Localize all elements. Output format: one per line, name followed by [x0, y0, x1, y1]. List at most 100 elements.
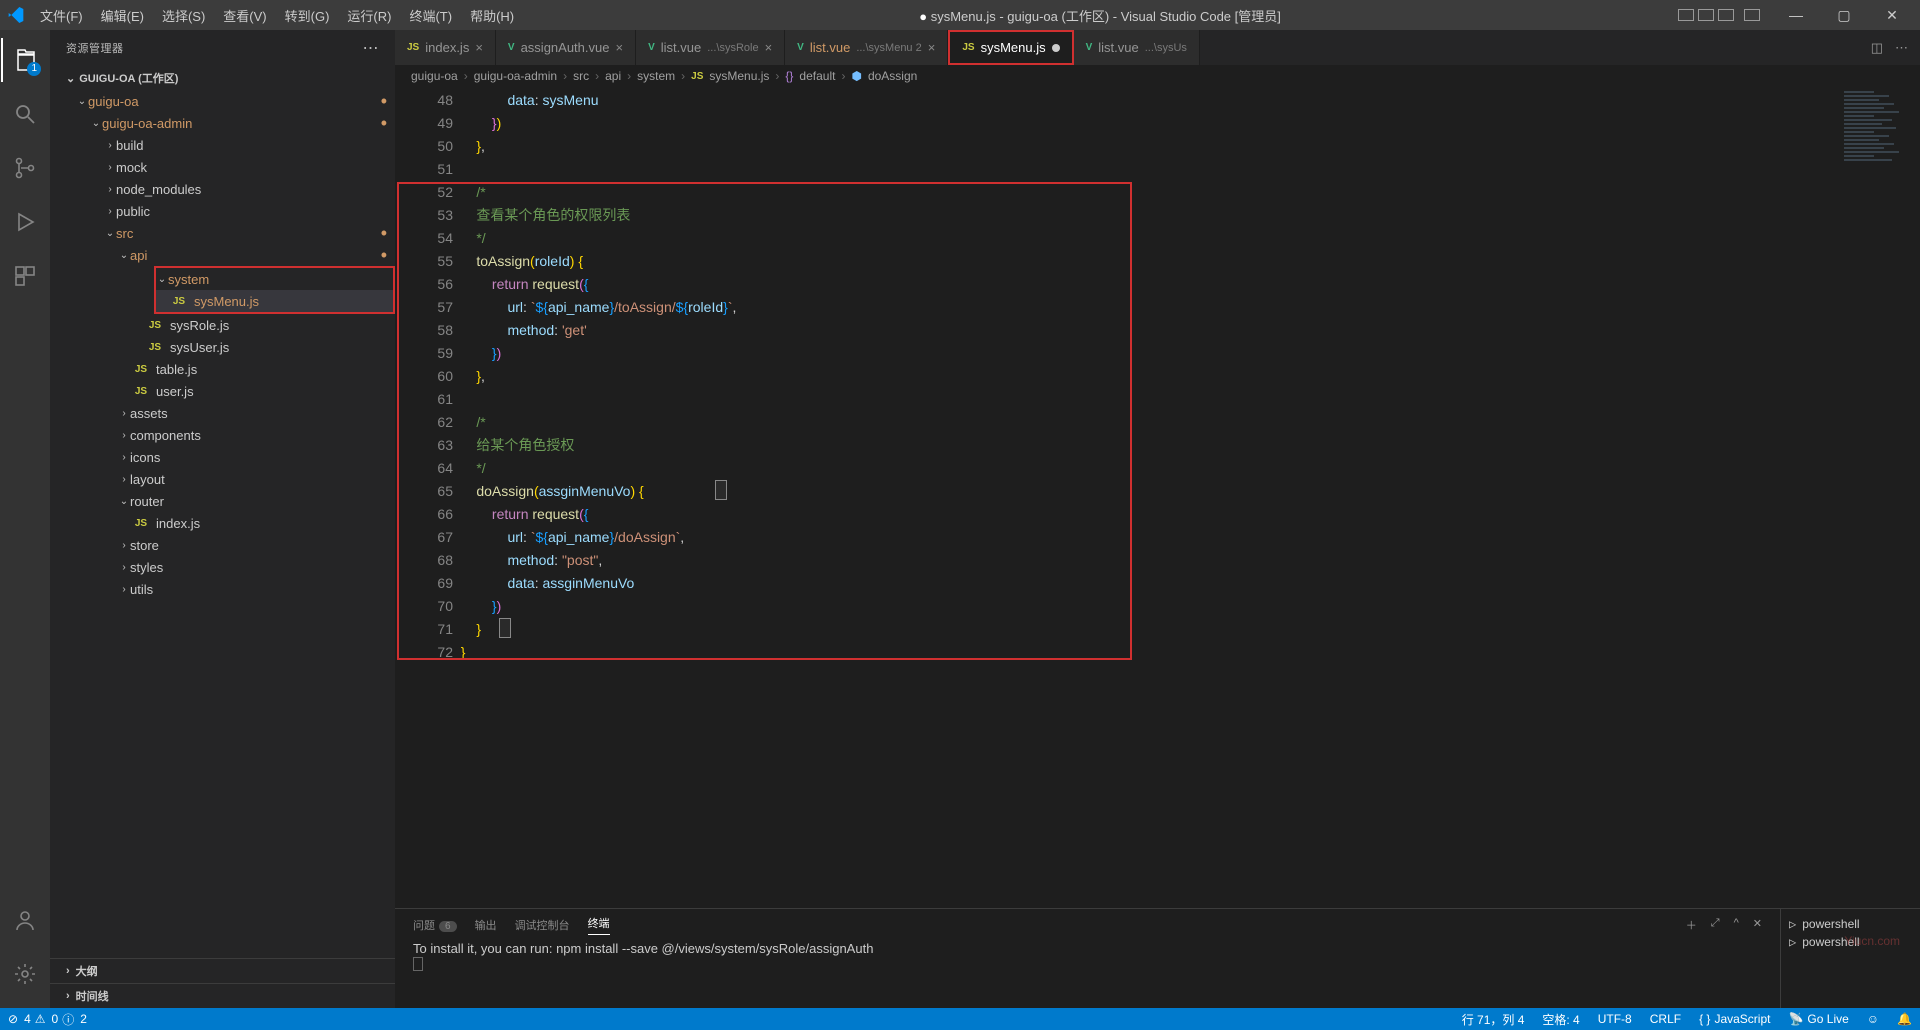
sidebar-more-icon[interactable]: ⋯: [363, 38, 380, 58]
folder-build[interactable]: ›build: [50, 134, 395, 156]
timeline-section[interactable]: ›时间线: [50, 983, 395, 1008]
activity-account[interactable]: [1, 898, 49, 942]
layout-right-icon[interactable]: [1718, 9, 1734, 21]
tab-close-icon[interactable]: ×: [615, 40, 623, 55]
tab-more-icon[interactable]: ⋯: [1895, 40, 1908, 56]
editor-tab[interactable]: Vlist.vue ...\sysMenu 2×: [785, 30, 948, 65]
menu-item[interactable]: 选择(S): [154, 4, 213, 27]
menu-item[interactable]: 终端(T): [401, 4, 460, 27]
window-close-button[interactable]: ✕: [1872, 7, 1912, 24]
panel-tab-problems[interactable]: 问题6: [413, 917, 457, 933]
code-content[interactable]: data: sysMenu }) }, /* 查看某个角色的权限列表 */ to…: [453, 87, 1920, 908]
terminal-item[interactable]: ▷powershell: [1789, 933, 1912, 951]
editor-tab[interactable]: JSindex.js×: [395, 30, 496, 65]
breadcrumb-item[interactable]: system: [637, 69, 675, 83]
window-minimize-button[interactable]: —: [1776, 7, 1816, 23]
status-position[interactable]: 行 71，列 4: [1462, 1011, 1525, 1028]
folder-router[interactable]: ⌄router: [50, 490, 395, 512]
folder-api[interactable]: ⌄api•: [50, 244, 395, 266]
layout-toggles[interactable]: [1678, 9, 1760, 21]
file-sysuser[interactable]: JSsysUser.js: [50, 336, 395, 358]
activity-search[interactable]: [1, 92, 49, 136]
folder-src[interactable]: ⌄src•: [50, 222, 395, 244]
menu-item[interactable]: 查看(V): [215, 4, 274, 27]
activity-extensions[interactable]: [1, 254, 49, 298]
status-feedback-icon[interactable]: ☺: [1867, 1012, 1879, 1026]
folder-layout[interactable]: ›layout: [50, 468, 395, 490]
folder-utils[interactable]: ›utils: [50, 578, 395, 600]
file-sysmenu[interactable]: JSsysMenu.js: [156, 290, 393, 312]
breadcrumbs[interactable]: guigu-oa›guigu-oa-admin›src›api›system›J…: [395, 65, 1920, 87]
breadcrumb-item[interactable]: default: [799, 69, 835, 83]
window-title: ● sysMenu.js - guigu-oa (工作区) - Visual S…: [522, 6, 1678, 25]
folder-store[interactable]: ›store: [50, 534, 395, 556]
status-golive[interactable]: 📡 Go Live: [1788, 1012, 1848, 1026]
panel-tab-terminal[interactable]: 终端: [588, 915, 610, 935]
folder-icons[interactable]: ›icons: [50, 446, 395, 468]
code-editor[interactable]: 4849505152535455565758596061626364656667…: [395, 87, 1920, 908]
folder-assets[interactable]: ›assets: [50, 402, 395, 424]
outline-section[interactable]: ›大纲: [50, 958, 395, 983]
breadcrumb-item[interactable]: src: [573, 69, 589, 83]
split-editor-icon[interactable]: ◫: [1871, 40, 1883, 56]
breadcrumb-item[interactable]: guigu-oa-admin: [474, 69, 557, 83]
folder-components[interactable]: ›components: [50, 424, 395, 446]
breadcrumb-item[interactable]: sysMenu.js: [709, 69, 769, 83]
file-user[interactable]: JSuser.js: [50, 380, 395, 402]
tab-close-icon[interactable]: ×: [765, 40, 773, 55]
editor-tab[interactable]: Vlist.vue ...\sysUs: [1074, 30, 1200, 65]
dirty-indicator-icon: [1052, 44, 1060, 52]
panel-tab-output[interactable]: 输出: [475, 917, 497, 933]
tab-close-icon[interactable]: ×: [928, 40, 936, 55]
folder-public[interactable]: ›public: [50, 200, 395, 222]
status-encoding[interactable]: UTF-8: [1598, 1012, 1632, 1026]
tab-close-icon[interactable]: ×: [475, 40, 483, 55]
terminal-list: ▷powershell ▷powershell: [1780, 909, 1920, 1008]
menu-item[interactable]: 帮助(H): [462, 4, 522, 27]
window-maximize-button[interactable]: ▢: [1824, 7, 1864, 24]
status-errors[interactable]: 4 0 2: [8, 1011, 87, 1028]
workspace-header[interactable]: ⌄GUIGU-OA (工作区): [50, 66, 395, 90]
editor-tab[interactable]: Vlist.vue ...\sysRole×: [636, 30, 785, 65]
menu-item[interactable]: 编辑(E): [93, 4, 152, 27]
folder-system[interactable]: ⌄system: [156, 268, 393, 290]
file-table[interactable]: JStable.js: [50, 358, 395, 380]
status-spaces[interactable]: 空格: 4: [1542, 1011, 1579, 1028]
activity-debug[interactable]: [1, 200, 49, 244]
status-bell-icon[interactable]: 🔔: [1897, 1012, 1912, 1026]
menu-item[interactable]: 文件(F): [32, 4, 91, 27]
activity-bar: 1: [0, 30, 50, 1008]
panel-tab-debug[interactable]: 调试控制台: [515, 917, 570, 933]
terminal-body[interactable]: To install it, you can run: npm install …: [395, 937, 1780, 1008]
panel-new-terminal-icon[interactable]: ＋: [1686, 917, 1697, 933]
file-sysrole[interactable]: JSsysRole.js: [50, 314, 395, 336]
editor-tab[interactable]: VassignAuth.vue×: [496, 30, 636, 65]
folder-node_modules[interactable]: ›node_modules: [50, 178, 395, 200]
menu-item[interactable]: 转到(G): [277, 4, 338, 27]
vscode-icon: [8, 7, 24, 23]
activity-explorer[interactable]: 1: [1, 38, 49, 82]
folder-mock[interactable]: ›mock: [50, 156, 395, 178]
minimap[interactable]: [1830, 87, 1920, 908]
status-language[interactable]: { } JavaScript: [1699, 1012, 1770, 1026]
activity-scm[interactable]: [1, 146, 49, 190]
editor-tabs: JSindex.js×VassignAuth.vue×Vlist.vue ...…: [395, 30, 1920, 65]
file-router-index[interactable]: JSindex.js: [50, 512, 395, 534]
menu-item[interactable]: 运行(R): [339, 4, 399, 27]
panel-close-icon[interactable]: ✕: [1753, 917, 1762, 933]
folder-guigu-oa[interactable]: ⌄guigu-oa•: [50, 90, 395, 112]
editor-tab[interactable]: JSsysMenu.js: [948, 30, 1073, 65]
layout-custom-icon[interactable]: [1744, 9, 1760, 21]
panel-split-icon[interactable]: ⤢: [1711, 917, 1720, 933]
terminal-item[interactable]: ▷powershell: [1789, 915, 1912, 933]
breadcrumb-item[interactable]: doAssign: [868, 69, 917, 83]
breadcrumb-item[interactable]: api: [605, 69, 621, 83]
status-eol[interactable]: CRLF: [1650, 1012, 1681, 1026]
layout-bottom-icon[interactable]: [1698, 9, 1714, 21]
folder-admin[interactable]: ⌄guigu-oa-admin•: [50, 112, 395, 134]
folder-styles[interactable]: ›styles: [50, 556, 395, 578]
breadcrumb-item[interactable]: guigu-oa: [411, 69, 458, 83]
panel-maximize-icon[interactable]: ^: [1734, 917, 1739, 933]
activity-settings[interactable]: [1, 952, 49, 996]
layout-left-icon[interactable]: [1678, 9, 1694, 21]
